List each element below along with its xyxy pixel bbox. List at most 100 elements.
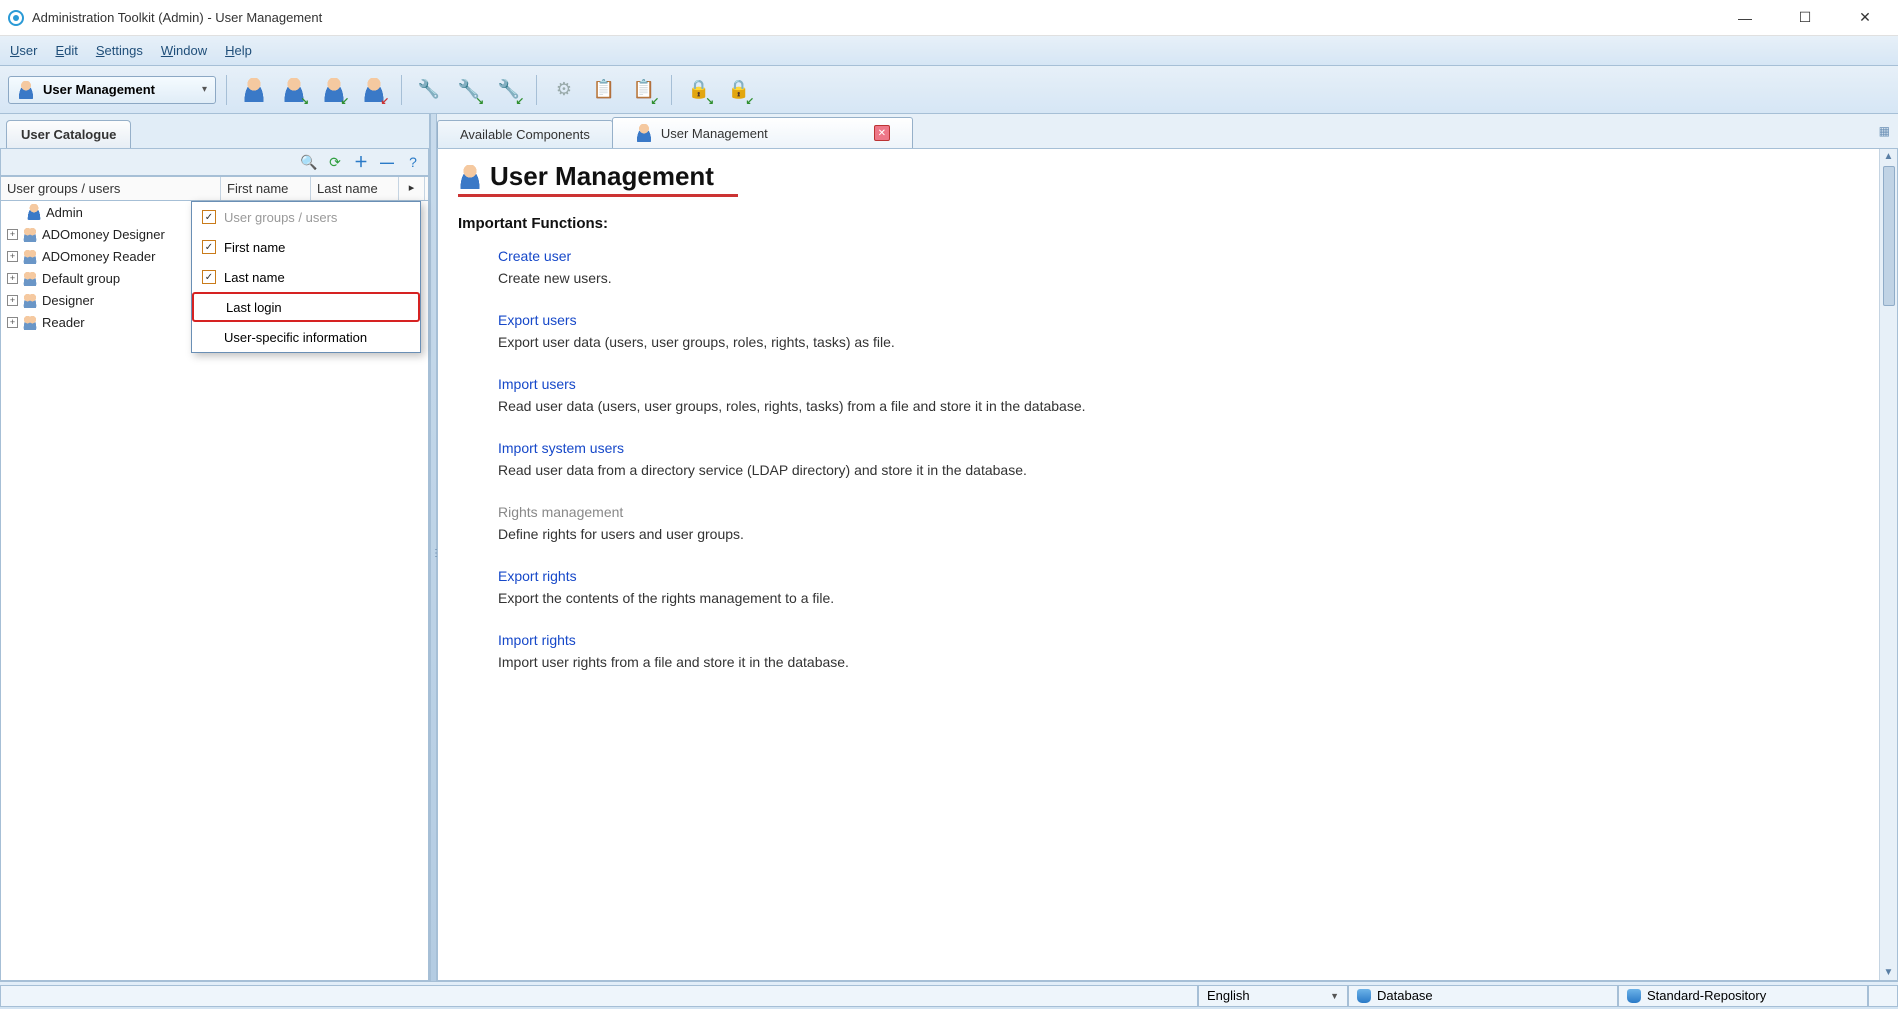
tile-icon[interactable]: ▦ <box>1871 124 1898 138</box>
status-language-label: English <box>1207 988 1250 1003</box>
tool-settings[interactable]: ⚙ <box>547 73 581 107</box>
function-row: Create user Create new users. <box>458 248 1859 286</box>
tab-available-components[interactable]: Available Components <box>437 120 613 148</box>
col-picker-button[interactable]: ▸ <box>399 177 425 200</box>
arrow-out-icon: ↘ <box>476 96 484 107</box>
close-tab-button[interactable]: ✕ <box>874 125 890 141</box>
function-icon <box>458 504 486 532</box>
tool-user-import-sys[interactable]: ↙ <box>357 73 391 107</box>
menu-settings[interactable]: Settings <box>96 43 143 58</box>
scroll-up-icon[interactable]: ▲ <box>1884 149 1894 164</box>
status-language[interactable]: English ▼ <box>1198 985 1348 1007</box>
menu-help[interactable]: Help <box>225 43 252 58</box>
user-icon <box>635 124 653 142</box>
function-link[interactable]: Export users <box>498 312 895 328</box>
group-icon <box>22 292 38 308</box>
tool-lock-import[interactable]: 🔒↙ <box>722 73 756 107</box>
minimize-button[interactable]: — <box>1730 6 1760 30</box>
function-desc: Import user rights from a file and store… <box>498 654 849 670</box>
status-database[interactable]: Database <box>1348 985 1618 1007</box>
annotation-underline <box>458 194 738 197</box>
column-option[interactable]: User-specific information <box>192 322 420 352</box>
col-user-groups[interactable]: User groups / users <box>1 177 221 200</box>
expand-icon[interactable]: + <box>7 273 18 284</box>
database-icon <box>1357 989 1371 1003</box>
user-icon <box>242 78 266 102</box>
refresh-button[interactable]: ⟳ <box>324 151 346 173</box>
function-link[interactable]: Export rights <box>498 568 834 584</box>
function-link[interactable]: Import rights <box>498 632 849 648</box>
column-option[interactable]: Last login <box>192 292 420 322</box>
arrow-in-icon: ↙ <box>516 96 524 107</box>
function-link[interactable]: Create user <box>498 248 612 264</box>
function-link[interactable]: Import system users <box>498 440 1027 456</box>
tree-label: Designer <box>42 293 94 308</box>
col-first-name[interactable]: First name <box>221 177 311 200</box>
column-option-label: First name <box>224 240 285 255</box>
function-icon <box>458 312 486 340</box>
status-repository[interactable]: Standard-Repository <box>1618 985 1868 1007</box>
status-extra[interactable] <box>1868 985 1898 1007</box>
function-row: Rights managementDefine rights for users… <box>458 504 1859 542</box>
function-desc: Read user data from a directory service … <box>498 462 1027 478</box>
tool-user-import[interactable]: ↙ <box>317 73 351 107</box>
vertical-resizer[interactable] <box>430 114 437 981</box>
tool-lock-export[interactable]: 🔒↘ <box>682 73 716 107</box>
scroll-thumb[interactable] <box>1883 166 1895 306</box>
function-link[interactable]: Import users <box>498 376 1086 392</box>
menu-edit[interactable]: Edit <box>55 43 77 58</box>
tree-label: Default group <box>42 271 120 286</box>
status-repository-label: Standard-Repository <box>1647 988 1766 1003</box>
tool-user-export[interactable]: ↘ <box>277 73 311 107</box>
expand-icon[interactable]: + <box>7 317 18 328</box>
maximize-button[interactable]: ☐ <box>1790 6 1820 30</box>
arrow-in-icon: ↙ <box>746 96 754 107</box>
function-icon <box>458 568 486 596</box>
tool-clipboard[interactable]: 📋 <box>587 73 621 107</box>
remove-button[interactable]: — <box>376 151 398 173</box>
checkbox-icon <box>204 300 218 314</box>
column-picker-popup: ✓User groups / users ✓ First name ✓Last nam… <box>191 201 421 353</box>
add-button[interactable]: ＋ <box>350 151 372 173</box>
tool-rights-import[interactable]: 🔧↙ <box>492 73 526 107</box>
function-icon <box>458 376 486 404</box>
column-option-label: User groups / users <box>224 210 337 225</box>
expand-icon[interactable]: + <box>7 251 18 262</box>
function-row: Export rightsExport the contents of the … <box>458 568 1859 606</box>
function-icon <box>458 440 486 468</box>
tab-user-catalogue[interactable]: User Catalogue <box>6 120 131 148</box>
expand-icon[interactable]: + <box>7 229 18 240</box>
help-button[interactable]: ? <box>402 151 424 173</box>
expand-icon[interactable]: + <box>7 295 18 306</box>
tool-clipboard-import[interactable]: 📋↙ <box>627 73 661 107</box>
arrow-in-icon: ↙ <box>651 96 659 107</box>
column-option: ✓User groups / users <box>192 202 420 232</box>
group-icon <box>22 226 38 242</box>
vertical-scrollbar[interactable]: ▲ ▼ <box>1879 149 1897 980</box>
menu-window[interactable]: Window <box>161 43 207 58</box>
tool-rights[interactable]: 🔧 <box>412 73 446 107</box>
function-desc: Create new users. <box>498 270 612 286</box>
tab-user-management[interactable]: User Management ✕ <box>612 117 913 148</box>
column-option[interactable]: ✓Last name <box>192 262 420 292</box>
tool-user[interactable] <box>237 73 271 107</box>
right-panel: Available Components User Management ✕ ▦… <box>437 114 1898 981</box>
section-heading: Important Functions: <box>458 215 1859 232</box>
col-last-name[interactable]: Last name <box>311 177 399 200</box>
tree-label: ADOmoney Designer <box>42 227 165 242</box>
function-desc: Define rights for users and user groups. <box>498 526 744 542</box>
table-header: User groups / users First name Last name… <box>0 176 429 201</box>
context-dropdown[interactable]: User Management ▾ <box>8 76 216 104</box>
titlebar: Administration Toolkit (Admin) - User Ma… <box>0 0 1898 36</box>
scroll-down-icon[interactable]: ▼ <box>1884 965 1894 980</box>
close-button[interactable]: ✕ <box>1850 6 1880 30</box>
context-label: User Management <box>43 82 155 97</box>
menu-user[interactable]: User <box>10 43 37 58</box>
arrow-out-icon: ↘ <box>301 96 309 107</box>
checkbox-icon: ✓ <box>202 240 216 254</box>
tool-rights-export[interactable]: 🔧↘ <box>452 73 486 107</box>
arrow-out-icon: ↘ <box>706 96 714 107</box>
column-option[interactable]: ✓ First name <box>192 232 420 262</box>
find-user-button[interactable]: 🔍 <box>298 151 320 173</box>
chevron-down-icon: ▼ <box>1330 991 1339 1001</box>
